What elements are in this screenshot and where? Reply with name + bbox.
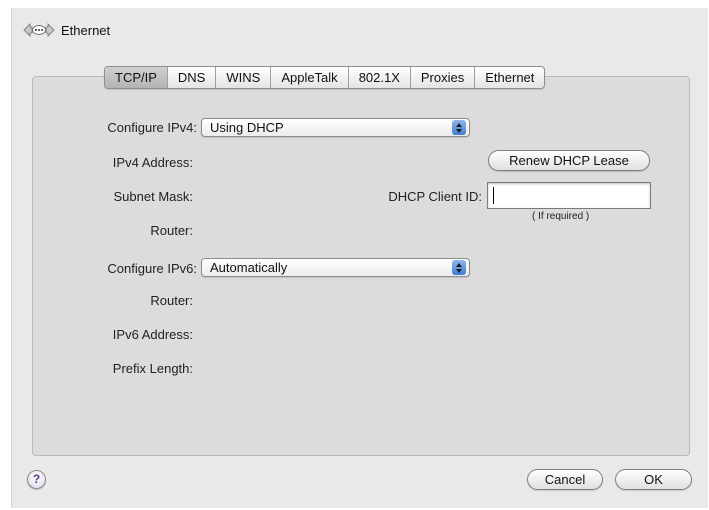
ipv4-router-label: Router: <box>150 223 193 238</box>
ipv6-router-label: Router: <box>150 293 193 308</box>
tab-8021x[interactable]: 802.1X <box>347 67 410 88</box>
prefix-length-label: Prefix Length: <box>112 361 193 376</box>
tab-wins[interactable]: WINS <box>215 67 270 88</box>
popup-arrows-icon <box>452 120 466 135</box>
configure-ipv6-value: Automatically <box>210 260 288 275</box>
cancel-button[interactable]: Cancel <box>527 469 603 490</box>
dhcp-client-id-input[interactable] <box>488 183 650 208</box>
header: Ethernet <box>22 19 110 41</box>
ipv4-address-label: IPv4 Address: <box>112 155 193 170</box>
pane-title: Ethernet <box>61 22 111 38</box>
help-icon: ? <box>32 472 41 486</box>
ipv6-address-label: IPv6 Address: <box>112 327 193 342</box>
dhcp-client-id-field[interactable] <box>487 182 651 209</box>
tab-dns[interactable]: DNS <box>166 67 215 88</box>
configure-ipv6-popup[interactable]: Automatically <box>201 258 470 277</box>
subnet-mask-label: Subnet Mask: <box>113 189 194 204</box>
tab-proxies[interactable]: Proxies <box>409 67 474 88</box>
renew-dhcp-lease-button[interactable]: Renew DHCP Lease <box>488 150 650 171</box>
configure-ipv6-label: Configure IPv6: <box>107 261 197 276</box>
text-caret <box>493 187 494 204</box>
dhcp-client-id-label: DHCP Client ID: <box>388 189 482 204</box>
configure-ipv4-popup[interactable]: Using DHCP <box>201 118 470 137</box>
tab-appletalk[interactable]: AppleTalk <box>270 67 347 88</box>
configure-ipv4-label: Configure IPv4: <box>107 120 197 135</box>
dhcp-client-id-hint: ( If required ) <box>532 211 590 222</box>
tab-ethernet[interactable]: Ethernet <box>474 67 544 88</box>
tab-tcpip[interactable]: TCP/IP <box>105 67 167 88</box>
ethernet-icon <box>22 19 56 41</box>
configure-ipv4-value: Using DHCP <box>210 120 284 135</box>
ok-button[interactable]: OK <box>615 469 692 490</box>
popup-arrows-icon <box>452 260 466 275</box>
tab-bar: TCP/IP DNS WINS AppleTalk 802.1X Proxies… <box>104 66 546 89</box>
help-button[interactable]: ? <box>27 470 46 489</box>
